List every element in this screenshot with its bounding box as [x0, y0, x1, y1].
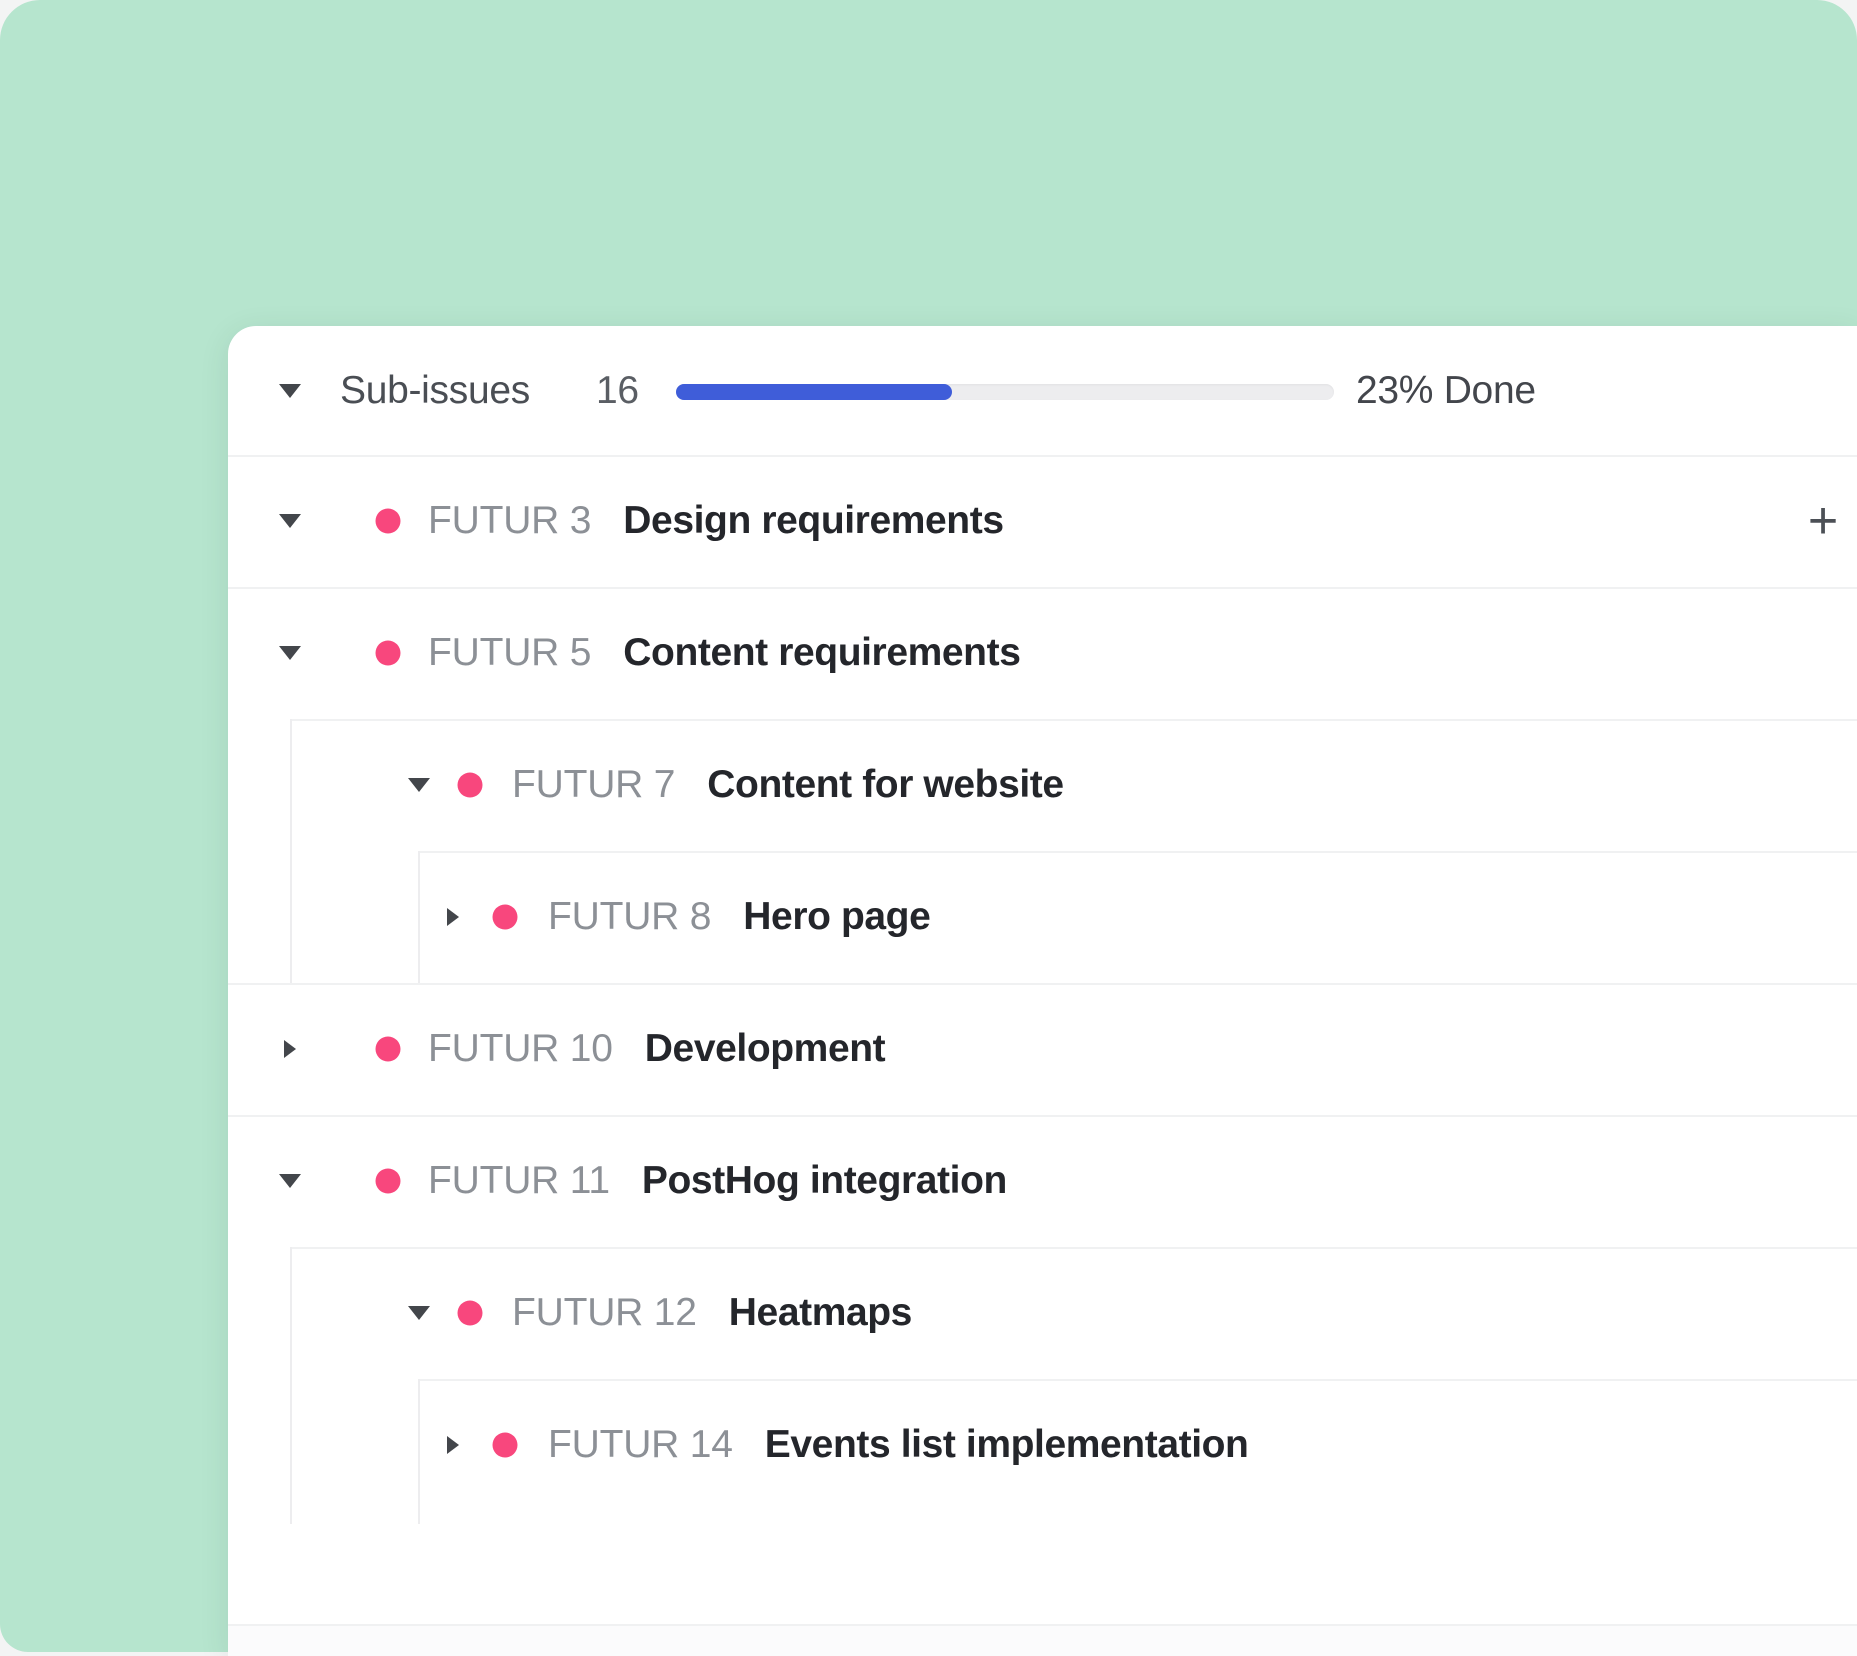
status-dot-icon: [493, 905, 518, 930]
status-dot-icon: [493, 1433, 518, 1458]
issue-row-futur-5[interactable]: FUTUR 5 Content requirements: [228, 587, 1857, 719]
issue-title[interactable]: Content for website: [707, 763, 1063, 807]
triangle-right-icon[interactable]: [284, 1040, 296, 1058]
sub-issues-count: 16: [596, 369, 639, 413]
issue-id: FUTUR 12: [512, 1291, 697, 1335]
triangle-down-icon[interactable]: [408, 778, 430, 792]
indent-guide-level2: [418, 851, 420, 983]
triangle-right-icon[interactable]: [447, 1436, 459, 1454]
issue-title[interactable]: Content requirements: [623, 631, 1020, 675]
issue-id: FUTUR 7: [512, 763, 675, 807]
issue-row-futur-10[interactable]: FUTUR 10 Development: [228, 983, 1857, 1115]
sub-issues-title: Sub-issues: [340, 369, 530, 413]
issue-id: FUTUR 10: [428, 1027, 613, 1071]
screenshot-stage: Sub-issues 16 23% Done FUTUR 3 Design re…: [0, 0, 1857, 1656]
indent-guide-level2: [418, 1379, 420, 1524]
issue-title[interactable]: PostHog integration: [642, 1159, 1007, 1203]
progress-fill: [676, 384, 952, 400]
progress-done-label: 23% Done: [1356, 369, 1536, 413]
issue-row-futur-14[interactable]: FUTUR 14 Events list implementation: [228, 1379, 1857, 1511]
issue-id: FUTUR 5: [428, 631, 591, 675]
indent-guide-level1: [290, 1247, 292, 1524]
issue-row-futur-12[interactable]: FUTUR 12 Heatmaps: [228, 1247, 1857, 1379]
issue-id: FUTUR 8: [548, 895, 711, 939]
indent-guide-level1: [290, 719, 292, 983]
bottom-divider: [228, 1624, 1857, 1626]
issue-row-futur-8[interactable]: FUTUR 8 Hero page: [228, 851, 1857, 983]
status-dot-icon: [458, 1301, 483, 1326]
issue-id: FUTUR 11: [428, 1159, 610, 1203]
issue-title[interactable]: Hero page: [743, 895, 930, 939]
issue-title[interactable]: Events list implementation: [765, 1423, 1249, 1467]
status-dot-icon: [376, 509, 401, 534]
status-dot-icon: [376, 641, 401, 666]
sub-issues-header[interactable]: Sub-issues 16 23% Done: [228, 326, 1857, 455]
issue-title[interactable]: Design requirements: [623, 499, 1003, 543]
issue-id: FUTUR 14: [548, 1423, 733, 1467]
status-dot-icon: [376, 1169, 401, 1194]
triangle-down-icon[interactable]: [279, 1174, 301, 1188]
sub-issues-panel: Sub-issues 16 23% Done FUTUR 3 Design re…: [228, 326, 1857, 1656]
collapse-triangle-icon[interactable]: [279, 384, 301, 398]
issue-title[interactable]: Development: [645, 1027, 886, 1071]
issue-title[interactable]: Heatmaps: [729, 1291, 912, 1335]
triangle-down-icon[interactable]: [408, 1306, 430, 1320]
triangle-down-icon[interactable]: [279, 646, 301, 660]
triangle-right-icon[interactable]: [447, 908, 459, 926]
issue-id: FUTUR 3: [428, 499, 591, 543]
status-dot-icon: [376, 1037, 401, 1062]
progress-bar: [676, 384, 1334, 400]
issue-row-futur-7[interactable]: FUTUR 7 Content for website: [228, 719, 1857, 851]
sub-issues-list: FUTUR 3 Design requirements + FUTUR 5 Co…: [228, 455, 1857, 1511]
panel-footer-area: [228, 1626, 1857, 1656]
issue-row-futur-11[interactable]: FUTUR 11 PostHog integration: [228, 1115, 1857, 1247]
status-dot-icon: [458, 773, 483, 798]
issue-row-futur-3[interactable]: FUTUR 3 Design requirements +: [228, 455, 1857, 587]
add-sub-issue-button[interactable]: +: [1801, 499, 1845, 543]
triangle-down-icon[interactable]: [279, 514, 301, 528]
